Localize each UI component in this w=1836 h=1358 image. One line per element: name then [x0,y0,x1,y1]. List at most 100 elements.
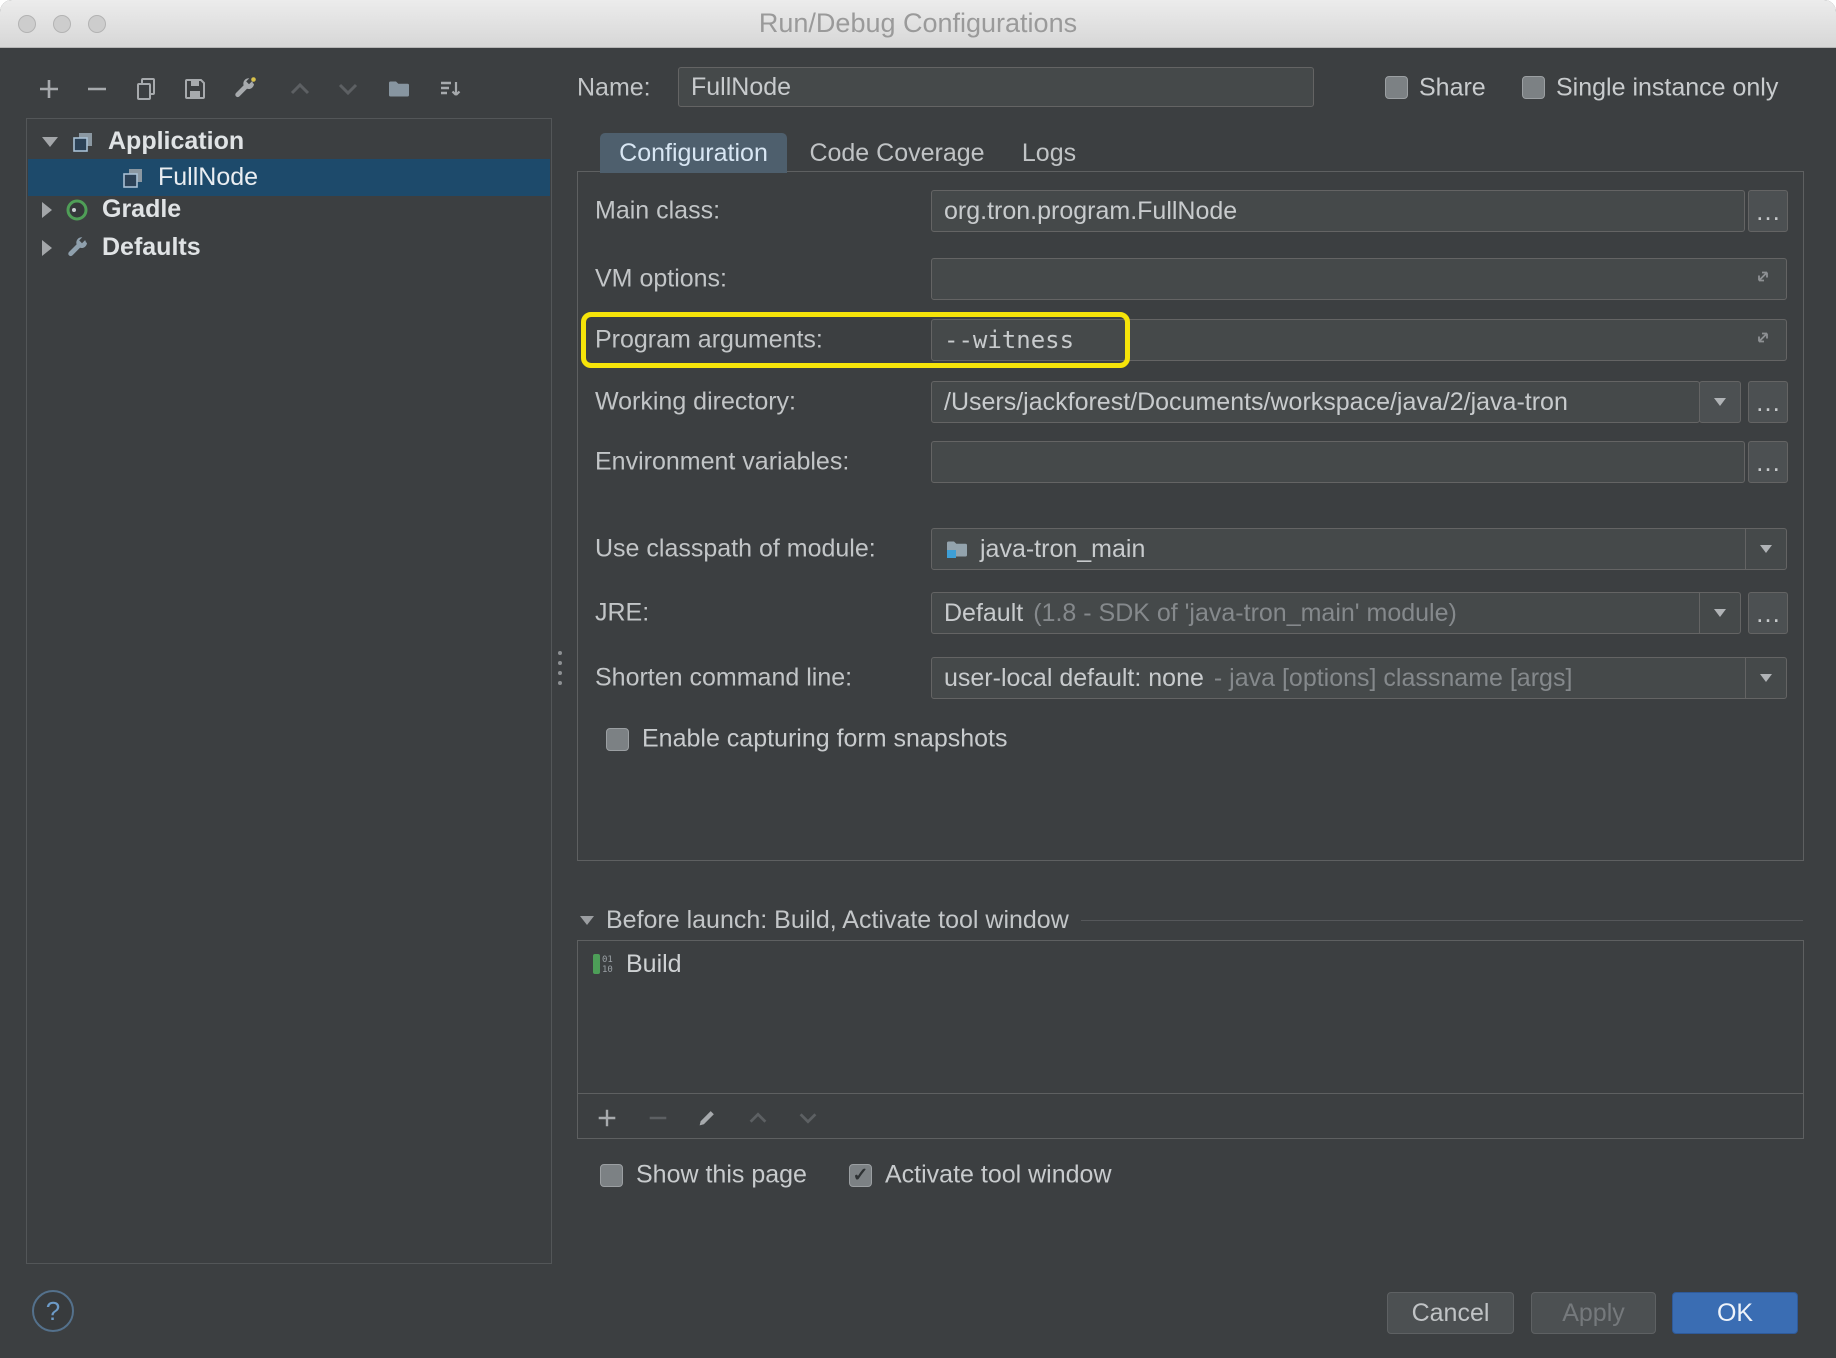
module-icon [944,536,970,562]
single-instance-checkbox[interactable] [1522,76,1545,99]
minus-icon [646,1106,670,1130]
tab-configuration[interactable]: Configuration [600,133,787,173]
expand-field-icon[interactable] [1750,264,1776,295]
show-this-page-checkbox[interactable] [600,1164,623,1187]
ellipsis-icon: … [1755,447,1781,478]
configurations-tree: Application FullNode Gradle Defaults [26,118,552,1264]
activate-tool-window-label: Activate tool window [885,1161,1112,1190]
collapse-triangle-icon[interactable] [580,916,594,925]
remove-configuration-button[interactable] [78,70,116,108]
tree-item-label: Application [108,127,244,156]
run-debug-configurations-dialog: Run/Debug Configurations Application Fu [0,0,1836,1358]
before-launch-remove-button[interactable] [643,1103,673,1133]
classpath-module-combo[interactable]: java-tron_main [931,528,1787,570]
apply-button[interactable]: Apply [1531,1292,1656,1334]
program-arguments-label: Program arguments: [595,326,823,355]
build-icon: 01 10 [590,951,616,977]
move-up-button[interactable] [281,70,319,108]
titlebar: Run/Debug Configurations [0,0,1836,48]
window-title: Run/Debug Configurations [0,0,1836,47]
caret-down-icon [1714,609,1726,617]
main-class-browse-button[interactable]: … [1748,190,1788,232]
ok-button[interactable]: OK [1672,1292,1798,1334]
share-label: Share [1419,74,1486,103]
vm-options-input[interactable] [931,258,1787,300]
list-toolbar-divider [578,1093,1803,1094]
application-icon [120,165,146,191]
expand-field-icon[interactable] [1750,325,1776,356]
collapse-triangle-icon[interactable] [42,137,58,147]
wrench-icon [64,235,90,261]
classpath-module-label: Use classpath of module: [595,535,876,564]
working-directory-browse-button[interactable]: … [1748,381,1788,423]
folder-icon [386,76,412,102]
before-launch-item-build[interactable]: 01 10 Build [590,946,682,982]
program-arguments-input[interactable] [931,319,1787,361]
pencil-icon [695,1106,719,1130]
environment-variables-input[interactable] [931,441,1745,483]
svg-text:10: 10 [602,965,613,975]
tree-item-application[interactable]: Application [28,123,550,160]
environment-variables-browse-button[interactable]: … [1748,441,1788,483]
copy-configuration-button[interactable] [127,70,165,108]
expand-triangle-icon[interactable] [42,202,52,218]
working-directory-label: Working directory: [595,388,796,417]
capture-snapshots-label: Enable capturing form snapshots [642,725,1008,754]
application-icon [70,129,96,155]
save-icon [182,76,208,102]
jre-value: Default [944,599,1023,628]
main-class-label: Main class: [595,197,720,226]
copy-icon [133,76,159,102]
caret-down-icon [1760,674,1772,682]
shorten-command-line-combo[interactable]: user-local default: none - java [options… [931,657,1787,699]
help-button[interactable]: ? [32,1290,74,1332]
sort-icon [437,76,463,102]
shorten-dropdown-button[interactable] [1745,658,1786,698]
working-directory-dropdown-button[interactable] [1699,381,1741,423]
classpath-module-dropdown-button[interactable] [1745,529,1786,569]
before-launch-edit-button[interactable] [692,1103,722,1133]
sort-configurations-button[interactable] [431,70,469,108]
tab-code-coverage[interactable]: Code Coverage [793,133,1001,173]
jre-browse-button[interactable]: … [1748,592,1788,634]
working-directory-input[interactable] [931,381,1700,423]
shorten-value-hint: - java [options] classname [args] [1214,664,1573,693]
move-down-button[interactable] [329,70,367,108]
before-launch-move-up-button[interactable] [743,1103,773,1133]
shorten-command-line-label: Shorten command line: [595,664,852,693]
question-mark-icon: ? [46,1296,60,1327]
tree-item-gradle[interactable]: Gradle [28,191,550,228]
single-instance-label: Single instance only [1556,74,1778,103]
chevron-up-icon [746,1106,770,1130]
svg-text:01: 01 [602,955,613,965]
wrench-icon [231,76,257,102]
share-checkbox[interactable] [1385,76,1408,99]
tab-logs[interactable]: Logs [1007,133,1091,173]
before-launch-add-button[interactable] [592,1103,622,1133]
tree-item-label: Gradle [102,195,181,224]
activate-tool-window-checkbox[interactable]: ✓ [849,1164,872,1187]
checkmark-icon: ✓ [853,1166,869,1185]
before-launch-move-down-button[interactable] [793,1103,823,1133]
splitter-handle[interactable] [553,642,567,694]
capture-snapshots-checkbox[interactable] [606,728,629,751]
tree-item-defaults[interactable]: Defaults [28,229,550,266]
name-label: Name: [577,74,651,103]
main-class-input[interactable] [931,190,1745,232]
edit-defaults-button[interactable] [225,70,263,108]
vm-options-label: VM options: [595,265,727,294]
cancel-button[interactable]: Cancel [1387,1292,1514,1334]
add-configuration-button[interactable] [30,70,68,108]
create-folder-button[interactable] [380,70,418,108]
save-configuration-button[interactable] [176,70,214,108]
caret-down-icon [1760,545,1772,553]
jre-combo[interactable]: Default (1.8 - SDK of 'java-tron_main' m… [931,592,1741,634]
before-launch-header[interactable]: Before launch: Build, Activate tool wind… [580,906,1803,934]
build-item-label: Build [626,950,682,979]
name-input[interactable] [678,67,1314,107]
jre-label: JRE: [595,599,649,628]
expand-triangle-icon[interactable] [42,240,52,256]
jre-dropdown-button[interactable] [1699,593,1740,633]
plus-icon [36,76,62,102]
tree-item-label: FullNode [158,163,258,192]
